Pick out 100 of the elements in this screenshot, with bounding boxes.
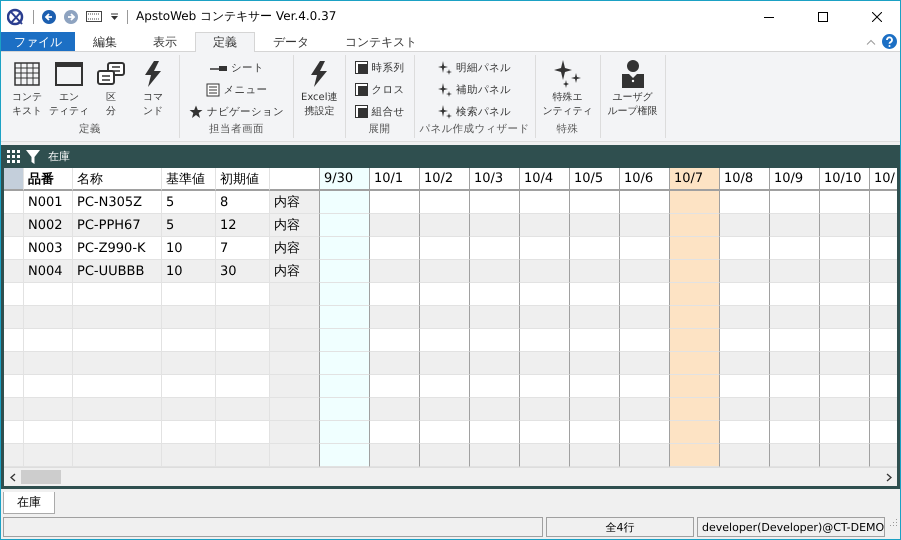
table-cell [320,421,370,444]
help-icon[interactable] [882,34,897,50]
table-cell [320,306,370,330]
ribbon-button[interactable]: 特殊エ ンティティ [540,55,594,122]
row-header[interactable] [4,214,24,238]
table-cell [320,191,370,214]
ribbon-button[interactable]: コンテ キスト [6,55,48,122]
lightning-icon [142,61,164,88]
ribbon-button[interactable]: クロス [352,80,406,100]
table-cell [720,260,770,284]
table-cell [720,306,770,330]
table-cell [370,214,420,238]
table-cell [670,352,720,376]
grid-menu-icon[interactable] [7,150,20,164]
column-header: 10/1 [370,168,420,192]
ribbon-button[interactable]: 明細パネル [436,58,513,78]
table-cell [720,214,770,238]
table-cell [320,352,370,376]
table-cell [670,375,720,398]
table-cell [420,352,470,376]
ribbon-button[interactable]: 区 分 [90,55,132,122]
table-cell [24,306,73,330]
scroll-right-icon[interactable] [886,472,892,482]
ribbon-tab[interactable]: 表示 [135,32,195,52]
ribbon-tab[interactable]: コンテキスト [327,32,435,52]
table-cell [320,375,370,398]
ribbon-button[interactable]: エン ティティ [48,55,90,122]
table-cell [670,398,720,422]
table-cell [620,260,670,284]
column-header: 10/10 [820,168,870,192]
row-header[interactable] [4,260,24,284]
sparkles-icon [554,60,582,88]
menu-icon [206,82,220,97]
column-header: 10/6 [620,168,670,192]
filter-icon[interactable] [26,150,40,164]
ribbon-button[interactable]: シート [207,58,266,78]
ribbon-button[interactable]: 組合せ [352,102,406,122]
scroll-left-icon[interactable] [10,472,16,482]
table-cell [470,306,520,330]
ribbon-button[interactable]: コマ ンド [132,55,174,122]
table-cell [670,191,720,214]
sheet-tab[interactable]: 在庫 [3,492,55,514]
corner-cell[interactable] [4,168,24,192]
row-header[interactable] [4,398,24,422]
table-cell [570,398,620,422]
table-cell [820,306,870,330]
table-cell [320,444,370,468]
row-header[interactable] [4,421,24,444]
table-cell: PC-UUBBB [73,260,162,284]
table-cell [720,352,770,376]
table-cell: 12 [216,214,270,238]
ribbon-button[interactable]: Excel連 携設定 [299,55,340,122]
row-header[interactable] [4,306,24,330]
table-cell [770,214,820,238]
ribbon-button[interactable]: 時系列 [352,58,406,78]
table-cell: 内容 [270,214,320,238]
table-cell [670,444,720,468]
table-cell: N004 [24,260,73,284]
table-cell [370,306,420,330]
table-cell [320,214,370,238]
panel-icon [354,105,368,118]
ribbon-tab[interactable]: 定義 [195,32,255,52]
column-header: 10/7 [670,168,720,192]
table-cell: 内容 [270,191,320,214]
table-cell: PC-PPH67 [73,214,162,238]
row-count: 全4行 [546,517,694,537]
ribbon-button[interactable]: 補助パネル [436,80,513,100]
row-header[interactable] [4,444,24,468]
table-cell [420,398,470,422]
ribbon-tab[interactable]: 編集 [75,32,135,52]
table-cell [670,329,720,352]
row-header[interactable] [4,237,24,260]
table-cell: 5 [162,214,216,238]
table-cell [620,398,670,422]
ribbon-button[interactable]: 検索パネル [436,102,513,122]
table-cell: 30 [216,260,270,284]
dropdown-caret-icon[interactable] [110,12,119,20]
back-icon[interactable] [42,10,56,24]
table-cell [770,260,820,284]
group-label: 定義 [78,122,102,138]
row-header[interactable] [4,352,24,376]
keyboard-icon[interactable] [86,11,102,22]
row-header[interactable] [4,283,24,306]
column-header: 品番 [24,168,73,192]
collapse-caret-icon[interactable] [866,38,876,45]
table-cell [820,260,870,284]
table-cell [162,352,216,376]
group-label: 特殊 [556,122,580,138]
ribbon-tab[interactable]: データ [255,32,327,52]
row-header[interactable] [4,329,24,352]
ribbon-button[interactable]: ナビゲーション [187,102,286,122]
forward-icon[interactable] [64,10,78,24]
app-logo-icon [7,8,25,26]
column-header: 名称 [73,168,162,192]
ribbon-button[interactable]: メニュー [204,80,270,100]
scrollbar-thumb[interactable] [21,470,61,484]
ribbon-tab[interactable]: ファイル [1,32,75,52]
row-header[interactable] [4,375,24,398]
ribbon-button[interactable]: ユーザグ ループ権限 [606,55,660,122]
row-header[interactable] [4,191,24,214]
